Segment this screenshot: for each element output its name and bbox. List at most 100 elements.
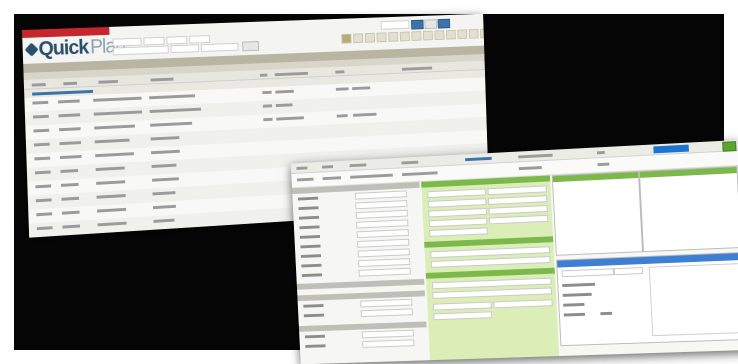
row-unit bbox=[276, 116, 304, 120]
row-description bbox=[152, 177, 179, 181]
form-field[interactable] bbox=[357, 229, 409, 238]
week-tab-2[interactable] bbox=[353, 33, 363, 43]
summary-name bbox=[350, 174, 393, 179]
summary-ref bbox=[598, 163, 610, 167]
week-tab-7[interactable] bbox=[411, 31, 421, 41]
filter-input-6[interactable] bbox=[170, 44, 199, 53]
form-field[interactable] bbox=[356, 210, 408, 219]
form-label bbox=[305, 344, 325, 348]
form-field[interactable] bbox=[362, 330, 414, 339]
header-col-7 bbox=[335, 70, 344, 73]
green-field[interactable] bbox=[427, 188, 486, 198]
week-tab-12[interactable] bbox=[469, 29, 479, 39]
row-name bbox=[97, 194, 126, 199]
row-name bbox=[97, 208, 126, 213]
row-code bbox=[60, 155, 82, 159]
green-detail-column bbox=[421, 175, 559, 360]
search-button[interactable] bbox=[411, 20, 424, 30]
week-tab-5[interactable] bbox=[388, 32, 398, 42]
form-field[interactable] bbox=[361, 308, 413, 317]
row-ref bbox=[336, 87, 349, 90]
week-tab-4[interactable] bbox=[377, 32, 387, 42]
green-field[interactable] bbox=[493, 299, 552, 308]
green-field[interactable] bbox=[429, 227, 488, 236]
row-description bbox=[150, 108, 201, 113]
green-field[interactable] bbox=[428, 198, 487, 208]
form-field[interactable] bbox=[358, 258, 410, 267]
form-field[interactable] bbox=[362, 339, 414, 348]
green-field[interactable] bbox=[433, 311, 492, 320]
form-label bbox=[298, 206, 318, 210]
form-label bbox=[303, 304, 323, 308]
form-label bbox=[298, 197, 318, 201]
active-tab[interactable] bbox=[653, 145, 689, 154]
row-description bbox=[153, 219, 174, 223]
green-field[interactable] bbox=[487, 185, 546, 195]
filter-input-3[interactable] bbox=[166, 36, 187, 45]
row-code bbox=[62, 225, 80, 229]
detail-header-col-2 bbox=[322, 165, 333, 168]
filter-input-7[interactable] bbox=[201, 43, 239, 52]
form-section-2 bbox=[297, 279, 425, 290]
row-description bbox=[149, 94, 195, 99]
quickplan-logo: Quick Plan bbox=[26, 36, 125, 60]
green-field[interactable] bbox=[433, 302, 492, 311]
filter-input-1[interactable] bbox=[113, 38, 142, 47]
row-description bbox=[151, 136, 180, 140]
go-button[interactable] bbox=[242, 41, 259, 51]
week-tab-11[interactable] bbox=[457, 29, 467, 39]
form-field[interactable] bbox=[357, 239, 409, 248]
row-status bbox=[352, 86, 370, 90]
form-field[interactable] bbox=[358, 248, 410, 257]
resource-label bbox=[563, 293, 592, 297]
row-qty bbox=[262, 91, 271, 94]
row-name bbox=[95, 152, 134, 157]
filter-input-5[interactable] bbox=[113, 45, 169, 55]
resource-label bbox=[564, 313, 585, 317]
resource-field[interactable] bbox=[614, 267, 644, 275]
form-field[interactable] bbox=[359, 268, 411, 277]
form-field[interactable] bbox=[360, 299, 412, 308]
form-label bbox=[299, 225, 319, 229]
filter-input-2[interactable] bbox=[143, 37, 164, 46]
green-field[interactable] bbox=[428, 208, 487, 218]
green-field[interactable] bbox=[488, 205, 547, 215]
row-date bbox=[33, 129, 49, 133]
detail-header-link[interactable] bbox=[465, 157, 492, 161]
form-label bbox=[305, 335, 325, 339]
form-field[interactable] bbox=[356, 219, 408, 228]
week-tab-10[interactable] bbox=[446, 30, 456, 40]
row-description bbox=[153, 205, 176, 209]
row-code bbox=[59, 141, 81, 145]
user-button[interactable] bbox=[438, 19, 451, 29]
week-tab-9[interactable] bbox=[434, 30, 444, 40]
green-field[interactable] bbox=[431, 256, 551, 268]
resource-field[interactable] bbox=[561, 268, 614, 277]
week-tab-3[interactable] bbox=[365, 33, 375, 43]
row-unit bbox=[275, 90, 294, 94]
green-field[interactable] bbox=[488, 195, 547, 205]
header-col-1 bbox=[32, 83, 46, 87]
filter-input-4[interactable] bbox=[189, 35, 210, 44]
form-label bbox=[301, 264, 321, 268]
green-field[interactable] bbox=[429, 218, 488, 227]
week-tab-1[interactable] bbox=[341, 34, 351, 44]
week-tab-6[interactable] bbox=[400, 32, 410, 42]
green-field[interactable] bbox=[432, 287, 552, 298]
header-col-6 bbox=[275, 72, 308, 76]
row-name bbox=[93, 97, 141, 102]
form-field[interactable] bbox=[355, 190, 407, 199]
form-label bbox=[304, 314, 324, 318]
week-tab-8[interactable] bbox=[423, 31, 433, 41]
search-input[interactable] bbox=[381, 20, 410, 30]
settings-button[interactable] bbox=[424, 19, 437, 29]
row-code bbox=[59, 127, 81, 131]
screenshot-stage: Quick Plan bbox=[0, 0, 738, 364]
summary-date bbox=[297, 178, 314, 182]
form-label bbox=[299, 216, 319, 220]
summary-code bbox=[323, 176, 342, 180]
form-field[interactable] bbox=[355, 200, 407, 209]
green-field[interactable] bbox=[489, 215, 548, 225]
detail-header-col-6 bbox=[518, 154, 553, 159]
header-col-4 bbox=[151, 78, 174, 82]
